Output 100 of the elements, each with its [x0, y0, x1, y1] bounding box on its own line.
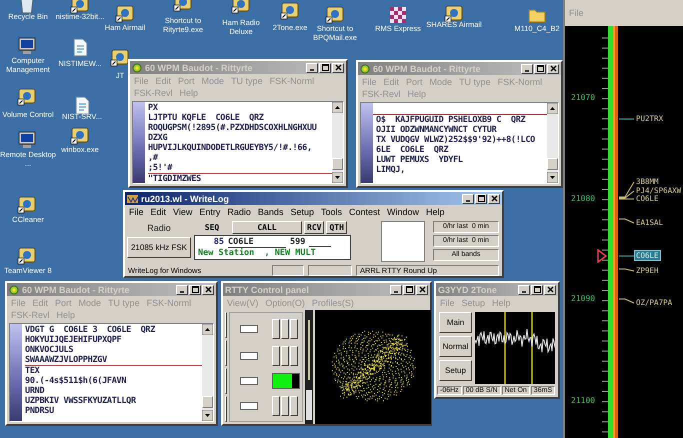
program-icon[interactable] [444, 3, 464, 23]
minimize-button[interactable] [176, 284, 188, 294]
frequency-label: 21100 [571, 396, 596, 405]
maximize-button[interactable] [403, 284, 415, 294]
text-line: LUWT PEMUXS YDYFL [376, 155, 464, 165]
scrollbar[interactable] [547, 103, 558, 183]
maximize-button[interactable] [189, 284, 201, 294]
program-icon[interactable] [70, 0, 90, 14]
computer-icon[interactable] [17, 36, 37, 56]
scrollbar-thumb[interactable] [332, 158, 343, 170]
maximize-button[interactable] [534, 64, 546, 74]
program-icon[interactable] [17, 86, 37, 106]
menu-item[interactable]: View [173, 206, 192, 218]
close-icon [204, 285, 212, 294]
spin-box[interactable] [240, 376, 258, 384]
text-line: TX VUDQGV WLWZ)252$$9'92)++8(!LCO [376, 135, 536, 145]
toggle-button[interactable] [272, 318, 280, 338]
scroll-up-button[interactable] [332, 102, 343, 113]
callsign-field[interactable]: CO6LE [228, 237, 286, 248]
frequency-label: 21090 [571, 294, 596, 303]
program-icon[interactable] [17, 245, 37, 265]
maximize-icon [404, 285, 414, 294]
leader-line [619, 255, 635, 257]
mode-button[interactable]: Normal [439, 336, 472, 357]
menu-item[interactable]: Tools [320, 206, 342, 218]
minimize-button[interactable] [306, 62, 318, 72]
minimize-button[interactable] [518, 284, 530, 294]
checker-icon[interactable] [388, 5, 408, 25]
menu-item[interactable]: File [129, 206, 144, 218]
menu-item[interactable]: Edit [150, 206, 166, 218]
program-icon[interactable] [17, 194, 37, 214]
scroll-down-button[interactable] [332, 172, 343, 183]
computer-icon[interactable] [17, 130, 37, 150]
program-icon[interactable] [280, 0, 300, 20]
toggle-button[interactable] [281, 346, 289, 366]
menu-item[interactable]: Window [387, 206, 420, 218]
toggle-button[interactable] [281, 396, 289, 416]
mode-button[interactable]: Main [439, 312, 472, 333]
close-button[interactable] [202, 284, 214, 294]
program-icon[interactable] [325, 4, 345, 24]
text-line: OJII ODZWNMANCYWNCT CYTUR [376, 125, 498, 135]
program-icon[interactable] [115, 3, 135, 23]
toggle-button[interactable] [290, 396, 298, 416]
radio-label: Radio [147, 223, 171, 233]
spin-box[interactable] [240, 352, 258, 360]
toggle-button[interactable] [290, 318, 298, 338]
text-line: DZXG [148, 133, 168, 143]
program-icon[interactable] [70, 125, 90, 145]
menu-item[interactable]: Setup [290, 206, 314, 218]
minimize-button[interactable] [521, 64, 533, 74]
title-bar[interactable]: ru2013.wl - WriteLog [125, 192, 502, 205]
program-icon[interactable] [110, 47, 130, 67]
scroll-up-button[interactable] [202, 324, 213, 335]
scroll-down-button[interactable] [202, 410, 213, 421]
column-header-button[interactable]: CALL [232, 221, 302, 234]
text-line: ROQUGPSM(!2895(#.PZXDHDSCOXHLNGHXUU [148, 123, 318, 133]
column-header-button[interactable]: RCV [304, 221, 324, 234]
gear-icon [360, 64, 370, 74]
menu-item[interactable]: Radio [227, 206, 251, 218]
menu-item[interactable]: Help [426, 206, 445, 218]
column-header-button[interactable]: QTH [326, 221, 347, 234]
scrollbar-thumb[interactable] [547, 158, 558, 170]
mode-button[interactable]: Setup [439, 360, 472, 381]
text-line: URND [25, 386, 46, 396]
text-line: 90.(-4s$511$h(6(JFAVN [25, 376, 128, 386]
maximize-button[interactable] [475, 194, 487, 204]
maximize-icon [476, 194, 486, 203]
menu-item[interactable]: Contest [349, 206, 380, 218]
report-field[interactable]: 599 [290, 237, 306, 248]
toggle-button[interactable] [281, 318, 289, 338]
close-button[interactable] [544, 284, 556, 294]
spin-box[interactable] [240, 402, 258, 410]
spin-box[interactable] [240, 324, 258, 332]
seq-label: SEQ [204, 223, 220, 232]
close-button[interactable] [547, 64, 559, 74]
window-title: 60 WPM Baudot - Rittyrte [145, 62, 254, 72]
maximize-button[interactable] [531, 284, 543, 294]
maximize-button[interactable] [319, 62, 331, 72]
toggle-button[interactable] [290, 346, 298, 366]
toggle-button[interactable] [272, 346, 280, 366]
maximize-icon [536, 64, 544, 73]
minimize-button[interactable] [462, 194, 474, 204]
scrollbar[interactable] [202, 324, 213, 421]
menu-item[interactable]: Entry [199, 206, 220, 218]
window-title: G3YYD 2Tone [438, 284, 498, 294]
minimize-button[interactable] [390, 284, 402, 294]
scrollbar-thumb[interactable] [202, 396, 213, 408]
close-button[interactable] [416, 284, 428, 294]
window-title: 60 WPM Baudot - Rittyrte [22, 284, 131, 294]
scroll-up-button[interactable] [547, 103, 558, 114]
frequency-button[interactable]: 21085 kHz FSK [126, 237, 192, 258]
close-button[interactable] [488, 194, 500, 204]
close-button[interactable] [332, 62, 344, 72]
scrollbar[interactable] [332, 102, 343, 183]
menu-item[interactable]: Bands [258, 206, 284, 218]
close-icon [546, 285, 554, 294]
scroll-down-button[interactable] [547, 172, 558, 183]
maximize-icon [320, 63, 330, 72]
program-icon[interactable] [231, 0, 251, 14]
toggle-button[interactable] [272, 396, 280, 416]
